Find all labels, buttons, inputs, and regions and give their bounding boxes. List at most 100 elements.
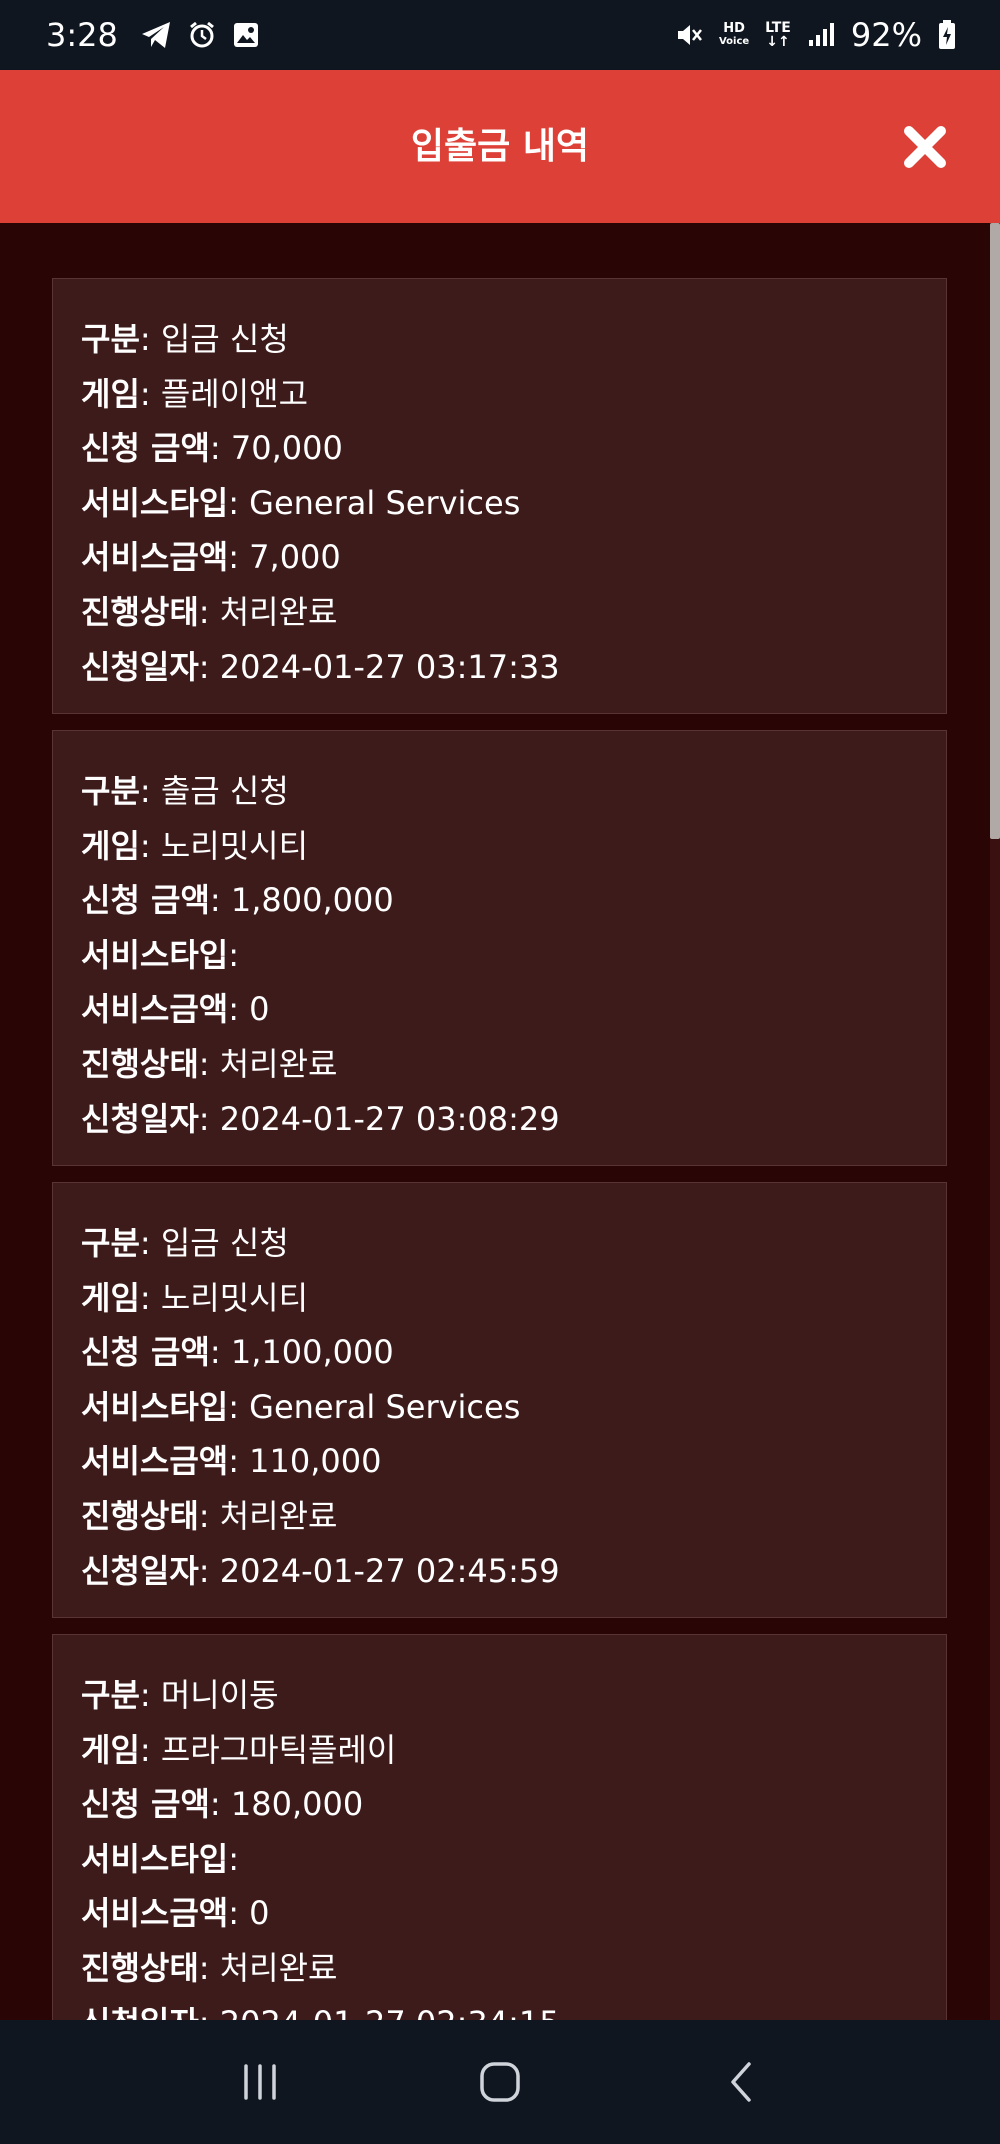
- value-service-type: General Services: [249, 483, 521, 522]
- transaction-list[interactable]: 구분: 입금 신청 게임: 플레이앤고 신청 금액: 70,000 서비스타입:…: [0, 223, 1000, 2020]
- row-date: 신청일자: 2024-01-27 02:34:15: [81, 1996, 918, 2020]
- row-service-amount: 서비스금액: 0: [81, 990, 270, 1029]
- label-date: 신청일자: [81, 2004, 199, 2020]
- row-type: 구분: 입금 신청: [81, 320, 289, 358]
- row-service-amount: 서비스금액: 110,000: [81, 1442, 382, 1481]
- voice-label: Voice: [718, 35, 750, 47]
- label-amount: 신청 금액: [81, 881, 210, 920]
- value-game: 노리밋시티: [160, 1278, 309, 1317]
- label-amount: 신청 금액: [81, 1785, 210, 1824]
- row-status: 진행상태: 처리완료: [81, 1044, 338, 1083]
- row-amount: 신청 금액: 180,000: [81, 1785, 364, 1824]
- label-status: 진행상태: [81, 1044, 199, 1083]
- close-icon: [904, 126, 946, 168]
- value-amount: 180,000: [230, 1785, 364, 1824]
- value-status: 처리완료: [219, 1044, 338, 1083]
- row-status: 진행상태: 처리완료: [81, 592, 338, 631]
- value-service-amount: 0: [249, 1894, 270, 1933]
- page-title: 입출금 내역: [410, 126, 590, 167]
- value-game: 노리밋시티: [160, 826, 309, 865]
- value-status: 처리완료: [219, 592, 338, 631]
- row-status: 진행상태: 처리완료: [81, 1948, 338, 1987]
- row-service-amount: 서비스금액: 7,000: [81, 538, 341, 577]
- back-button[interactable]: [700, 2042, 780, 2122]
- label-type: 구분: [81, 1224, 140, 1262]
- hd-label: HD: [723, 20, 745, 36]
- value-date: 2024-01-27 02:45:59: [219, 1551, 560, 1590]
- label-service-type: 서비스타입: [81, 1839, 229, 1878]
- value-service-amount: 7,000: [249, 538, 341, 577]
- transaction-card: 구분: 입금 신청 게임: 노리밋시티 신청 금액: 1,100,000 서비스…: [52, 1182, 947, 1618]
- label-service-amount: 서비스금액: [81, 1442, 229, 1481]
- recent-apps-icon: [244, 2064, 276, 2100]
- value-game: 플레이앤고: [160, 374, 309, 413]
- label-service-type: 서비스타입: [81, 935, 229, 974]
- row-status: 진행상태: 처리완료: [81, 1496, 338, 1535]
- label-status: 진행상태: [81, 1948, 199, 1987]
- lte-label: LTE: [765, 20, 791, 36]
- scrollbar-thumb[interactable]: [990, 223, 1000, 839]
- value-service-amount: 0: [249, 990, 270, 1029]
- label-type: 구분: [81, 320, 140, 358]
- system-nav-bar: [0, 2020, 1000, 2144]
- status-bar-right: HD Voice LTE ↓↑ 92%: [675, 16, 956, 54]
- value-game: 프라그마틱플레이: [160, 1730, 397, 1769]
- row-service-type: 서비스타입:: [81, 1839, 239, 1878]
- row-date: 신청일자: 2024-01-27 02:45:59: [81, 1551, 560, 1590]
- label-game: 게임: [81, 374, 140, 413]
- label-date: 신청일자: [81, 1099, 199, 1138]
- value-date: 2024-01-27 03:08:29: [219, 1099, 560, 1138]
- signal-icon: [807, 22, 835, 48]
- label-game: 게임: [81, 826, 140, 865]
- row-date: 신청일자: 2024-01-27 03:08:29: [81, 1099, 560, 1138]
- label-service-type: 서비스타입: [81, 1387, 229, 1426]
- value-amount: 1,800,000: [230, 881, 394, 920]
- label-date: 신청일자: [81, 647, 199, 686]
- home-button[interactable]: [460, 2042, 540, 2122]
- value-date: 2024-01-27 03:17:33: [219, 647, 560, 686]
- value-type: 입금 신청: [160, 320, 289, 358]
- row-service-amount: 서비스금액: 0: [81, 1894, 270, 1933]
- recent-apps-button[interactable]: [220, 2042, 300, 2122]
- status-bar: 3:28 HD Voice LTE ↓↑ 92%: [0, 0, 1000, 70]
- alarm-icon: [188, 21, 216, 49]
- telegram-icon: [140, 20, 172, 50]
- value-status: 처리완료: [219, 1948, 338, 1987]
- row-type: 구분: 입금 신청: [81, 1224, 289, 1262]
- row-type: 구분: 머니이동: [81, 1676, 279, 1714]
- label-status: 진행상태: [81, 592, 199, 631]
- value-status: 처리완료: [219, 1496, 338, 1535]
- battery-percent: 92%: [850, 16, 922, 54]
- label-service-amount: 서비스금액: [81, 990, 229, 1029]
- row-service-type: 서비스타입: General Services: [81, 483, 521, 522]
- value-type: 입금 신청: [160, 1224, 289, 1262]
- label-game: 게임: [81, 1278, 140, 1317]
- gallery-icon: [232, 21, 260, 49]
- label-date: 신청일자: [81, 1551, 199, 1590]
- close-button[interactable]: [900, 122, 950, 172]
- row-game: 게임: 노리밋시티: [81, 826, 309, 865]
- value-date: 2024-01-27 02:34:15: [220, 2004, 560, 2020]
- value-service-amount: 110,000: [249, 1442, 382, 1481]
- transaction-card: 구분: 출금 신청 게임: 노리밋시티 신청 금액: 1,800,000 서비스…: [52, 730, 947, 1166]
- value-service-type: General Services: [249, 1387, 521, 1426]
- row-amount: 신청 금액: 70,000: [81, 429, 343, 468]
- status-bar-left: 3:28: [46, 16, 260, 54]
- hd-voice-icon: HD Voice: [718, 20, 750, 48]
- value-amount: 70,000: [230, 429, 343, 468]
- lte-icon: LTE ↓↑: [765, 20, 791, 50]
- row-game: 게임: 프라그마틱플레이: [81, 1730, 397, 1769]
- label-service-amount: 서비스금액: [81, 538, 229, 577]
- row-game: 게임: 노리밋시티: [81, 1278, 309, 1317]
- value-type: 머니이동: [160, 1676, 279, 1714]
- scrollbar[interactable]: [990, 223, 1000, 2020]
- home-icon: [480, 2062, 520, 2102]
- label-amount: 신청 금액: [81, 429, 210, 468]
- label-service-type: 서비스타입: [81, 483, 229, 522]
- row-service-type: 서비스타입: General Services: [81, 1387, 521, 1426]
- transaction-card: 구분: 입금 신청 게임: 플레이앤고 신청 금액: 70,000 서비스타입:…: [52, 278, 947, 714]
- row-date: 신청일자: 2024-01-27 03:17:33: [81, 647, 560, 686]
- row-type: 구분: 출금 신청: [81, 772, 289, 810]
- row-amount: 신청 금액: 1,800,000: [81, 881, 394, 920]
- app-header: 입출금 내역: [0, 70, 1000, 223]
